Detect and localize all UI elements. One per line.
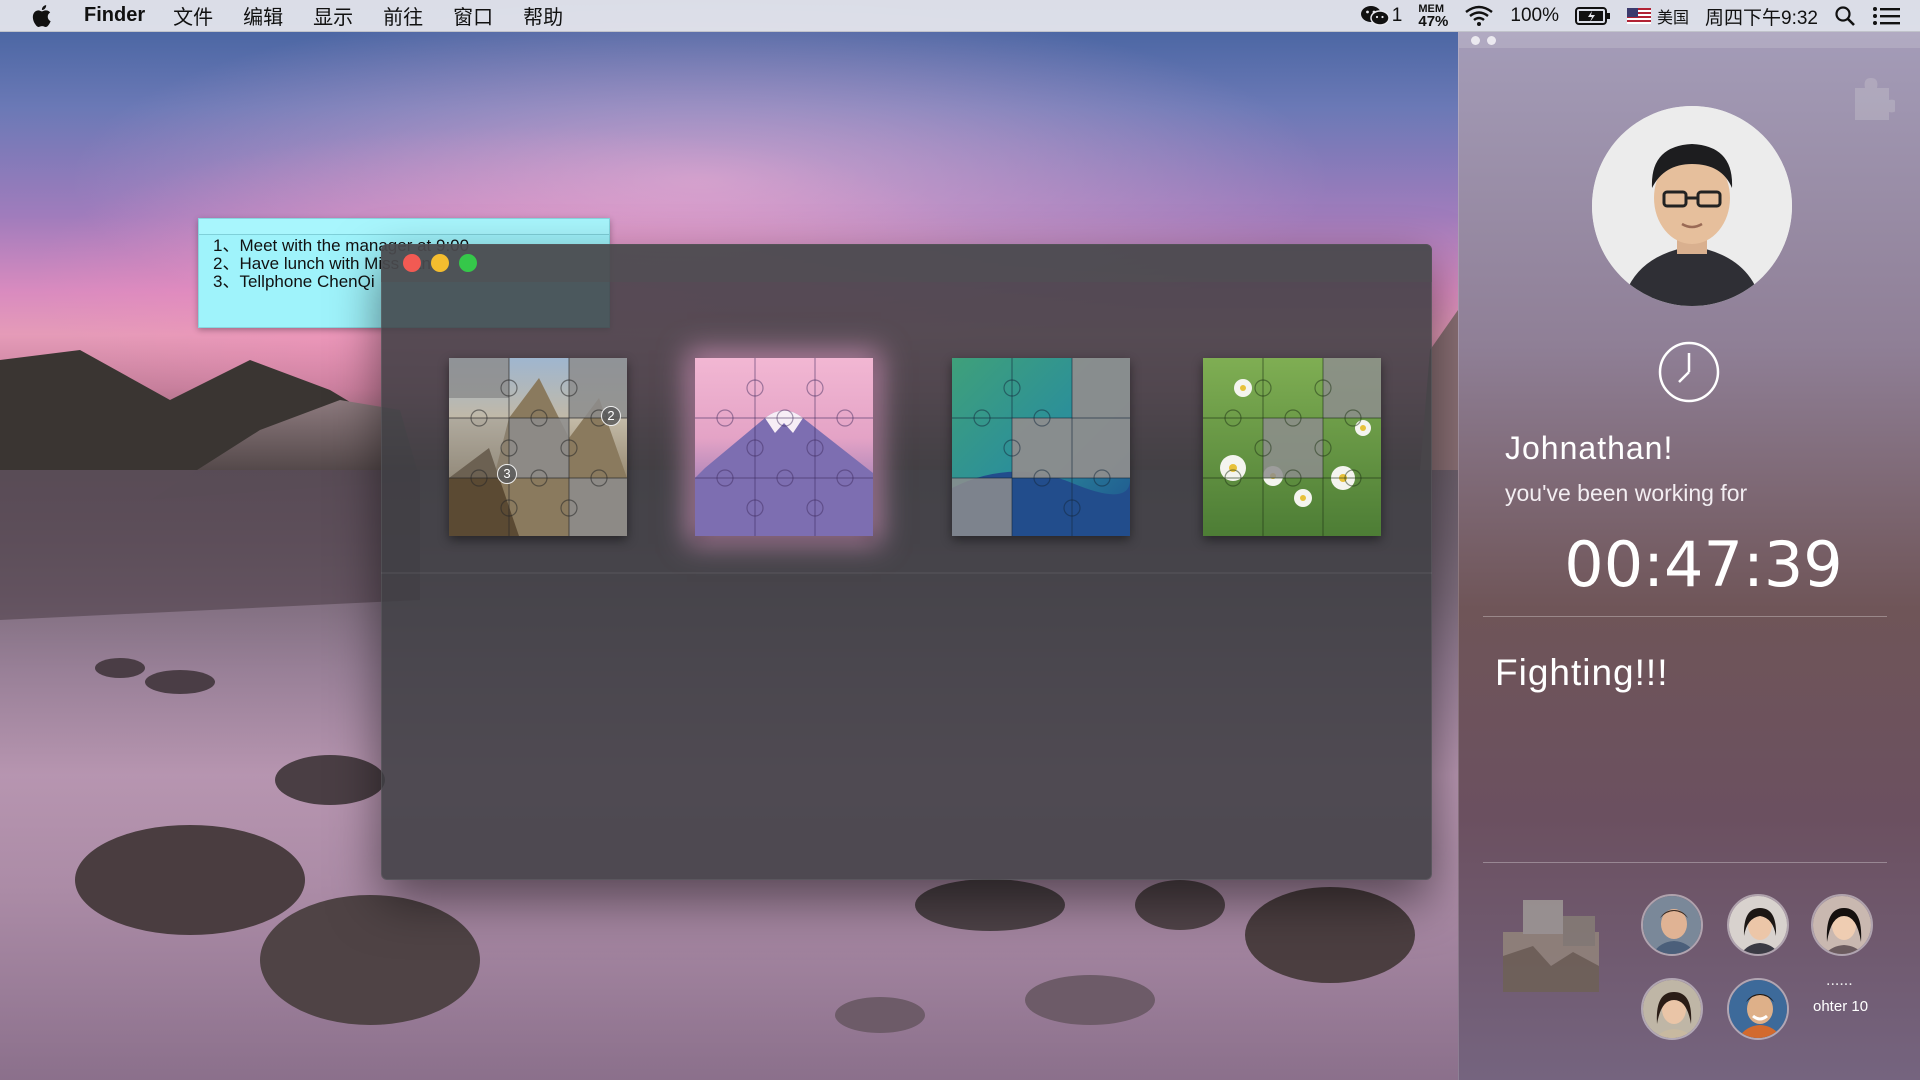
clock-icon xyxy=(1658,341,1720,403)
menu-edit[interactable]: 编辑 xyxy=(243,1,283,30)
friend-avatar[interactable] xyxy=(1727,978,1789,1040)
sticky-note-titlebar[interactable] xyxy=(199,219,609,235)
notification-list-icon[interactable] xyxy=(1872,6,1900,26)
friend-avatar[interactable] xyxy=(1811,894,1873,956)
menu-help[interactable]: 帮助 xyxy=(523,1,563,30)
friend-avatar[interactable] xyxy=(1641,894,1703,956)
panel-divider xyxy=(1483,862,1887,863)
memory-monitor[interactable]: MEM 47% xyxy=(1418,3,1449,30)
user-name: Johnathan! xyxy=(1505,430,1674,466)
input-source-label: 美国 xyxy=(1657,10,1690,27)
menu-window[interactable]: 窗口 xyxy=(453,1,493,30)
friend-avatar[interactable] xyxy=(1641,978,1703,1040)
zoom-button[interactable] xyxy=(459,254,477,272)
minimize-button[interactable] xyxy=(431,254,449,272)
friends-puzzle-thumbnail[interactable] xyxy=(1503,896,1599,992)
wifi-icon[interactable] xyxy=(1464,5,1494,27)
user-avatar[interactable] xyxy=(1592,106,1792,306)
menu-app-name[interactable]: Finder xyxy=(84,4,145,27)
datetime[interactable]: 周四下午9:32 xyxy=(1705,3,1818,30)
friend-avatar[interactable] xyxy=(1727,894,1789,956)
mem-value: 47% xyxy=(1418,12,1449,30)
work-timer: 00:47:39 xyxy=(1564,528,1843,601)
puzzle-badge: 2 xyxy=(601,406,621,426)
puzzle-icon[interactable] xyxy=(1851,74,1895,120)
window-divider xyxy=(381,572,1432,574)
menu-view[interactable]: 显示 xyxy=(313,1,353,30)
search-icon[interactable] xyxy=(1834,5,1856,27)
panel-minimize-dot[interactable] xyxy=(1487,36,1496,45)
battery-percent[interactable]: 100% xyxy=(1510,5,1559,27)
menu-file[interactable]: 文件 xyxy=(173,1,213,30)
menu-go[interactable]: 前往 xyxy=(383,1,423,30)
puzzle-window: 2 3 xyxy=(381,244,1432,880)
puzzle-card-mountain[interactable]: 2 3 xyxy=(449,358,627,536)
others-count-label[interactable]: ohter 10 xyxy=(1813,998,1868,1015)
close-button[interactable] xyxy=(403,254,421,272)
more-friends-dots: ...... xyxy=(1826,972,1853,989)
battery-icon[interactable] xyxy=(1575,6,1611,26)
puzzle-badge: 3 xyxy=(497,464,517,484)
menu-bar: Finder 文件 编辑 显示 前往 窗口 帮助 1 MEM 47% 100% xyxy=(0,0,1920,32)
working-label: you've been working for xyxy=(1505,480,1748,506)
puzzle-card-fuji[interactable] xyxy=(695,358,873,536)
us-flag-icon xyxy=(1627,8,1651,24)
wechat-status[interactable]: 1 xyxy=(1360,4,1403,28)
panel-topbar xyxy=(1459,32,1920,48)
window-titlebar[interactable] xyxy=(381,244,1432,282)
input-source[interactable]: 美国 xyxy=(1627,4,1689,28)
panel-close-dot[interactable] xyxy=(1471,36,1480,45)
panel-divider xyxy=(1483,616,1887,617)
apple-icon[interactable] xyxy=(30,3,56,29)
motto-text[interactable]: Fighting!!! xyxy=(1495,652,1668,694)
wechat-count: 1 xyxy=(1391,5,1403,26)
puzzle-card-wave[interactable] xyxy=(952,358,1130,536)
wechat-icon xyxy=(1360,6,1390,26)
puzzle-card-daisy[interactable] xyxy=(1203,358,1381,536)
side-panel: Johnathan! you've been working for 00:47… xyxy=(1458,32,1920,1080)
